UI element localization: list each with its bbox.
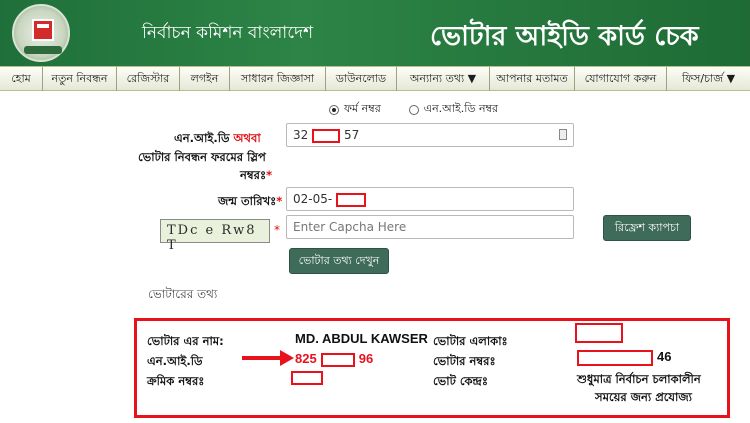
- dob-label-text: জন্ম তারিখঃ: [218, 194, 277, 208]
- nav-item-feedback[interactable]: আপনার মতামত: [490, 67, 575, 91]
- voter-nid-prefix: 825: [295, 351, 317, 366]
- serial-number-label: ক্রমিক নম্বরঃ: [147, 374, 205, 388]
- nav-item-contact[interactable]: যোগাযোগ করুন: [575, 67, 667, 91]
- nid-input-prefix: 32: [293, 128, 309, 142]
- nav-item-home[interactable]: হোম: [0, 67, 43, 91]
- nav-item-register[interactable]: রেজিস্টার: [117, 67, 180, 91]
- voter-number-label: ভোটার নম্বরঃ: [433, 354, 496, 368]
- captcha-input[interactable]: Enter Capcha Here: [286, 215, 574, 239]
- nid-label-text: এন.আই.ডি: [174, 131, 230, 145]
- voting-center-label: ভোট কেন্দ্রঃ: [433, 374, 488, 388]
- site-header: নির্বাচন কমিশন বাংলাদেশ ভোটার আইডি কার্ড…: [0, 0, 750, 66]
- radio-unselected-icon[interactable]: [408, 104, 419, 115]
- logo-ribbon: [24, 46, 62, 54]
- captcha-image: TDc e Rw8 T: [160, 219, 270, 253]
- radio-form-number[interactable]: ফর্ম নম্বর: [329, 100, 381, 119]
- pointer-arrow-icon: [280, 350, 294, 366]
- dob-label: জন্ম তারিখঃ*: [218, 194, 283, 208]
- voter-name-label: ভোটার এর নাম:: [147, 334, 224, 348]
- redaction-box: [336, 192, 367, 207]
- slip-label: ভোটার নিবন্ধন ফরমের স্লিপ: [138, 150, 266, 164]
- redaction-box: [575, 323, 623, 343]
- voting-center-note-1: শুধুমাত্র নির্বাচন চলাকালীন: [577, 372, 701, 386]
- pointer-arrow-shaft: [242, 356, 282, 360]
- redaction-box: [320, 352, 355, 367]
- refresh-captcha-button[interactable]: রিফ্রেশ ক্যাপচা: [603, 215, 691, 241]
- site-title: নির্বাচন কমিশন বাংলাদেশ: [142, 23, 314, 43]
- radio-form-number-label: ফর্ম নম্বর: [344, 102, 381, 115]
- voter-area-label: ভোটার এলাকাঃ: [433, 334, 508, 348]
- radio-selected-icon[interactable]: [329, 104, 339, 115]
- slip-label-suffix: নম্বরঃ*: [240, 168, 273, 182]
- main-nav: হোম নতুন নিবন্ধন রেজিস্টার লগইন সাধারন জ…: [0, 66, 750, 91]
- voting-center-note-2: সময়ের জন্য প্রযোজ্য: [595, 390, 692, 404]
- voter-check-form: ফর্ম নম্বর এন.আই.ডি নম্বর এন.আই.ডি অথবা …: [134, 92, 734, 422]
- captcha-text: TDc e Rw8 T: [167, 223, 257, 253]
- or-label-text: অথবা: [233, 131, 261, 145]
- dob-input[interactable]: 02-05-: [286, 187, 574, 211]
- captcha-placeholder: Enter Capcha Here: [293, 220, 407, 234]
- nid-input-suffix: 57: [343, 128, 360, 142]
- voter-number-suffix: 46: [657, 349, 672, 364]
- redaction-box: [312, 128, 341, 143]
- voter-nid-value: 825 96: [295, 351, 373, 367]
- nav-item-faq[interactable]: সাধারন জিজ্ঞাসা: [230, 67, 326, 91]
- voter-info-section-title: ভোটারের তথ্য: [148, 287, 218, 301]
- captcha-required-mark: *: [274, 223, 280, 237]
- voter-info-box: ভোটার এর নাম: MD. ABDUL KAWSER ভোটার এলা…: [134, 318, 730, 418]
- voter-name-value: MD. ABDUL KAWSER: [295, 331, 428, 346]
- nav-item-fees[interactable]: ফিস/চার্জ ▼: [667, 67, 750, 91]
- nav-item-download[interactable]: ডাউনলোড: [326, 67, 397, 91]
- ballot-box-icon: [32, 19, 54, 41]
- search-type-radios: ফর্ম নম্বর এন.আই.ডি নম্বর: [329, 100, 498, 119]
- show-voter-info-button[interactable]: ভোটার তথ্য দেখুন: [289, 248, 389, 274]
- radio-nid-number[interactable]: এন.আই.ডি নম্বর: [408, 100, 499, 119]
- slip-number-label: নম্বরঃ: [240, 168, 267, 182]
- election-commission-logo[interactable]: [12, 4, 70, 62]
- redaction-box: [577, 349, 653, 366]
- voter-number-value: 46: [577, 349, 671, 366]
- radio-nid-number-label: এন.আই.ডি নম্বর: [423, 102, 499, 115]
- keyboard-icon[interactable]: [559, 129, 567, 140]
- nav-item-other-info[interactable]: অন্যান্য তথ্য ▼: [397, 67, 490, 91]
- nid-or-slip-label: এন.আই.ডি অথবা: [174, 130, 261, 149]
- nav-item-login[interactable]: লগইন: [180, 67, 230, 91]
- page-banner-title: ভোটার আইডি কার্ড চেক: [430, 21, 699, 52]
- redaction-box: [291, 371, 323, 385]
- voter-nid-suffix: 96: [358, 351, 374, 366]
- nav-item-new-registration[interactable]: নতুন নিবন্ধন: [43, 67, 117, 91]
- nid-or-form-number-input[interactable]: 32 57: [286, 123, 574, 147]
- dob-input-prefix: 02-05-: [293, 192, 333, 206]
- voter-nid-label: এন.আই.ডি: [147, 354, 203, 368]
